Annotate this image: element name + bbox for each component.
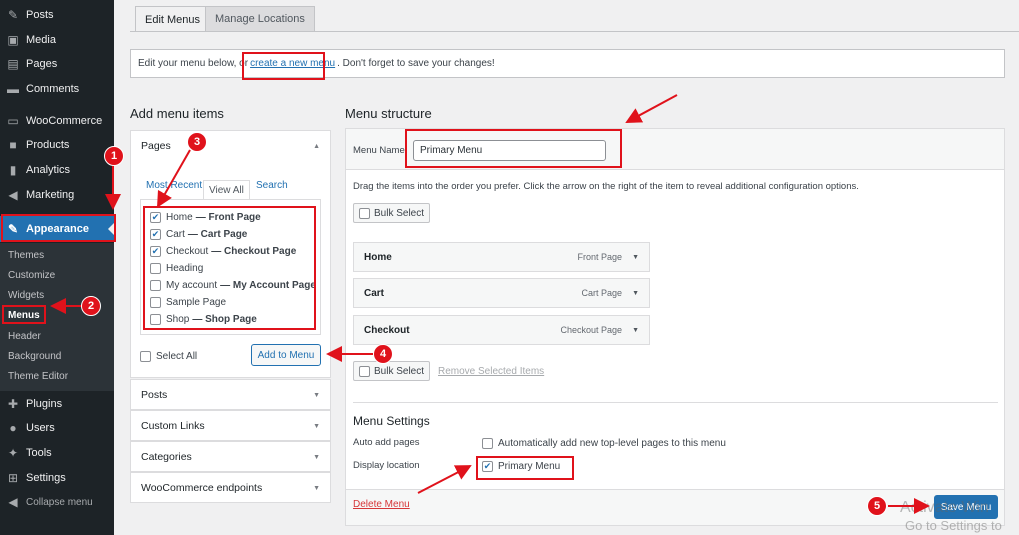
step-badge-1: 1 bbox=[104, 146, 124, 166]
arrow-3 bbox=[157, 149, 191, 208]
annotation-arrows bbox=[50, 94, 930, 514]
step-badge-2: 2 bbox=[81, 296, 101, 316]
step-badge-4: 4 bbox=[373, 344, 393, 364]
step-badge-5: 5 bbox=[867, 496, 887, 516]
arrow-menu-name bbox=[625, 94, 678, 123]
arrow-location bbox=[417, 465, 472, 494]
step-badge-3: 3 bbox=[187, 132, 207, 152]
